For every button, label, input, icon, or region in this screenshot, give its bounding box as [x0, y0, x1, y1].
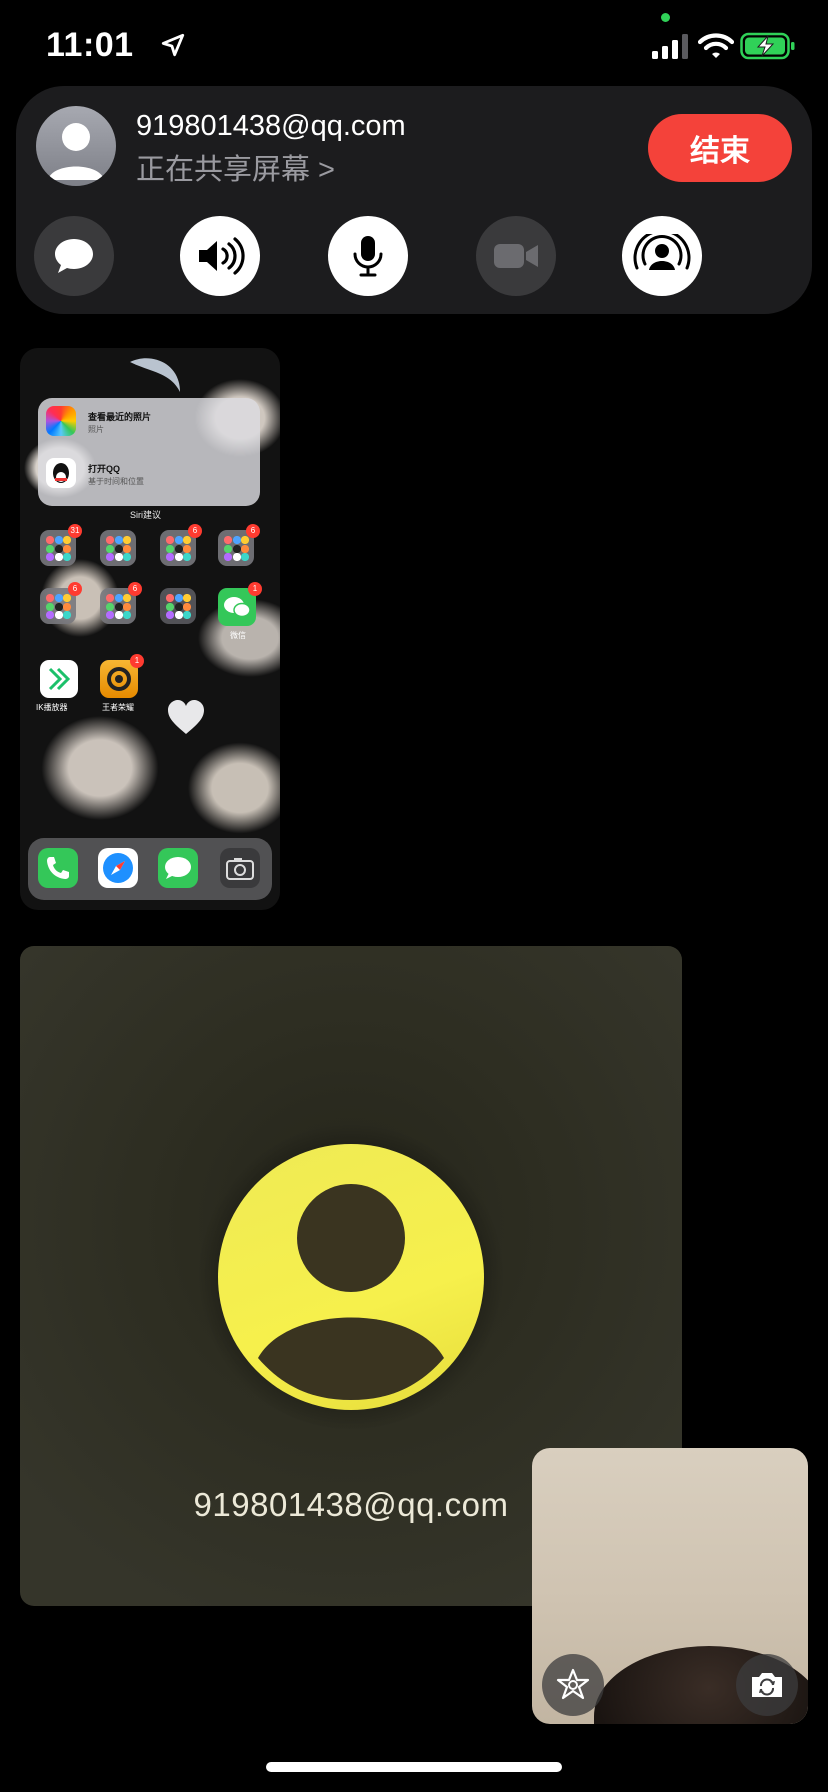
- heart-sticker-icon: [168, 700, 204, 734]
- shared-screen-preview[interactable]: 查看最近的照片 照片 打开QQ 基于时间和位置 Siri建议 31 6 6 6 …: [20, 348, 280, 910]
- safari-icon[interactable]: [98, 848, 138, 888]
- message-button[interactable]: [34, 216, 114, 296]
- app-label: 微信: [230, 631, 246, 640]
- status-time: 11:01: [46, 26, 134, 64]
- siri-suggestion-row[interactable]: 打开QQ 基于时间和位置: [46, 454, 256, 498]
- ik-player-app-icon[interactable]: [40, 660, 78, 698]
- flip-camera-icon: [752, 1673, 782, 1697]
- notification-badge: 31: [68, 524, 82, 538]
- notification-badge: 6: [246, 524, 260, 538]
- siri-suggestion-subtitle: 基于时间和位置: [88, 477, 144, 486]
- end-call-button[interactable]: 结束: [648, 114, 792, 182]
- person-icon: [48, 123, 104, 180]
- dock: [28, 838, 272, 900]
- flip-camera-button[interactable]: [736, 1654, 798, 1716]
- caller-avatar: [36, 106, 116, 186]
- notification-badge: 6: [128, 582, 142, 596]
- person-icon: [258, 1184, 444, 1400]
- privacy-indicator: [661, 13, 670, 22]
- notification-badge: 6: [68, 582, 82, 596]
- home-indicator[interactable]: [266, 1762, 562, 1772]
- siri-suggestion-title: 打开QQ: [88, 464, 121, 474]
- siri-suggestions-card[interactable]: 查看最近的照片 照片 打开QQ 基于时间和位置: [38, 398, 260, 506]
- sharing-status-link[interactable]: 正在共享屏幕 >: [136, 146, 335, 188]
- participant-avatar: [218, 1144, 484, 1410]
- app-label: 王者荣耀: [102, 703, 134, 712]
- app-label: IK播放器: [36, 703, 68, 712]
- status-bar: 11:01: [0, 0, 828, 100]
- phone-icon[interactable]: [38, 848, 78, 888]
- photos-app-icon: [46, 406, 76, 436]
- message-bubble-icon: [55, 239, 93, 273]
- qq-app-icon: [46, 458, 76, 488]
- camera-button[interactable]: [476, 216, 556, 296]
- effects-star-icon: [556, 1668, 590, 1700]
- messages-icon[interactable]: [158, 848, 198, 888]
- effects-button[interactable]: [542, 1654, 604, 1716]
- notification-badge: 6: [188, 524, 202, 538]
- signal-icon: [652, 34, 688, 59]
- self-view-camera[interactable]: [532, 1448, 808, 1724]
- speaker-icon: [199, 237, 245, 275]
- location-arrow-icon: [161, 33, 185, 57]
- speaker-button[interactable]: [180, 216, 260, 296]
- battery-charging-icon: [740, 32, 795, 60]
- notification-badge: 1: [130, 654, 144, 668]
- app-folder[interactable]: [100, 530, 136, 566]
- siri-suggestion-title: 查看最近的照片: [88, 412, 152, 422]
- shareplay-icon: [633, 234, 691, 270]
- siri-suggestions-label: Siri建议: [130, 510, 161, 520]
- wifi-icon: [698, 33, 734, 58]
- call-banner[interactable]: 919801438@qq.com 正在共享屏幕 > 结束: [16, 86, 812, 314]
- siri-suggestion-row[interactable]: 查看最近的照片 照片: [46, 402, 256, 446]
- siri-suggestion-subtitle: 照片: [88, 425, 104, 434]
- app-folder[interactable]: [160, 588, 196, 624]
- caller-name[interactable]: 919801438@qq.com: [136, 110, 406, 143]
- camera-icon[interactable]: [220, 848, 260, 888]
- notification-badge: 1: [248, 582, 262, 596]
- video-camera-icon: [494, 244, 538, 268]
- microphone-button[interactable]: [328, 216, 408, 296]
- shareplay-button[interactable]: [622, 216, 702, 296]
- microphone-icon: [353, 236, 383, 277]
